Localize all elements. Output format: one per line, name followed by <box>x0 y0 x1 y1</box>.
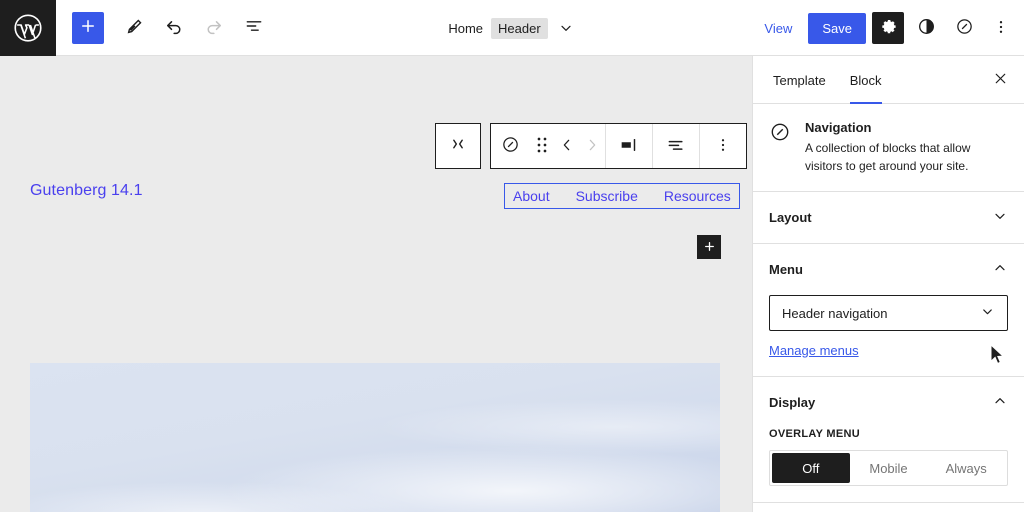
more-options-button[interactable] <box>986 12 1016 44</box>
block-type-button[interactable] <box>491 124 529 168</box>
overlay-menu-label: Overlay Menu <box>769 428 861 440</box>
toggle-block-inserter-button[interactable] <box>72 11 104 44</box>
panel-display-toggle[interactable]: Display <box>753 377 1024 428</box>
redo-button[interactable] <box>196 10 232 46</box>
overlay-option-off[interactable]: Off <box>772 453 850 483</box>
justify-items-button[interactable] <box>606 124 652 168</box>
block-card-text: Navigation A collection of blocks that a… <box>805 120 1008 175</box>
overlay-option-mobile[interactable]: Mobile <box>850 453 928 483</box>
breadcrumb-home[interactable]: Home <box>448 21 483 36</box>
view-link[interactable]: View <box>754 15 802 42</box>
block-appender-button[interactable] <box>697 235 721 259</box>
chevron-down-icon <box>992 208 1008 227</box>
vertical-ellipsis-icon <box>714 136 732 157</box>
sidebar-tabs: Template Block <box>753 56 1024 104</box>
tab-block[interactable]: Block <box>838 56 894 104</box>
list-view-button[interactable] <box>236 10 272 46</box>
chevron-left-icon <box>559 137 575 156</box>
redo-arrow-icon <box>204 16 224 39</box>
move-block-right-button[interactable] <box>579 124 605 168</box>
overlay-menu-segmented-control: Off Mobile Always <box>769 450 1008 486</box>
chevron-right-icon <box>584 137 600 156</box>
menu-select[interactable]: Header navigation <box>769 295 1008 331</box>
drag-handle-button[interactable] <box>529 124 555 168</box>
plus-icon <box>79 17 97 38</box>
block-card: Navigation A collection of blocks that a… <box>753 104 1024 192</box>
circle-slash-icon <box>501 135 520 157</box>
undo-arrow-icon <box>164 16 184 39</box>
top-bar-left-tools <box>56 10 272 46</box>
block-toolbar-group-options <box>700 124 746 168</box>
nav-link-resources[interactable]: Resources <box>664 188 731 204</box>
top-bar-right-tools: View Save <box>754 0 1016 56</box>
chevron-down-icon <box>980 304 995 322</box>
circle-slash-icon <box>955 17 974 39</box>
block-movers <box>555 124 605 168</box>
block-card-title: Navigation <box>805 120 872 135</box>
pencil-icon <box>125 17 144 39</box>
menu-select-value: Header navigation <box>782 305 888 321</box>
overlay-option-always[interactable]: Always <box>927 453 1005 483</box>
block-toolbar-group-align <box>653 124 700 168</box>
plus-icon <box>703 239 716 256</box>
hero-sky-image[interactable] <box>30 363 720 512</box>
chevron-up-icon <box>992 393 1008 412</box>
drag-dots-icon <box>536 136 548 157</box>
vertical-ellipsis-icon <box>992 18 1010 39</box>
tab-template[interactable]: Template <box>761 56 838 104</box>
list-view-icon <box>244 16 264 39</box>
panel-display-title: Display <box>769 395 816 410</box>
align-text-icon <box>666 136 686 157</box>
block-options-button[interactable] <box>700 124 746 168</box>
circle-slash-icon <box>769 120 793 175</box>
align-text-button[interactable] <box>653 124 699 168</box>
site-title-block[interactable]: Gutenberg 14.1 <box>30 182 143 200</box>
justify-right-icon <box>618 136 640 157</box>
wordpress-logo-button[interactable] <box>0 0 56 56</box>
edit-mode-button[interactable] <box>116 10 152 46</box>
chevron-down-icon[interactable] <box>556 20 576 36</box>
panel-menu-body: Header navigation Manage menus <box>753 295 1024 376</box>
nav-link-about[interactable]: About <box>513 188 550 204</box>
select-parent-block-button[interactable] <box>435 123 481 169</box>
panel-menu-title: Menu <box>769 262 803 277</box>
editor-top-bar: Home Header View Save <box>0 0 1024 56</box>
wordpress-logo-icon <box>13 13 43 43</box>
close-x-icon <box>992 70 1009 90</box>
site-editor-root: Home Header View Save Gutenberg 14.1 Abo… <box>0 0 1024 512</box>
panel-layout: Layout <box>753 192 1024 244</box>
contrast-half-circle-icon <box>917 17 936 39</box>
navigation-block-selected[interactable]: About Subscribe Resources <box>504 183 740 209</box>
manage-menus-link[interactable]: Manage menus <box>769 343 859 358</box>
navigation-block-button[interactable] <box>948 12 980 44</box>
gear-icon <box>879 17 898 39</box>
panel-menu-toggle[interactable]: Menu <box>753 244 1024 295</box>
panel-display-body: Overlay Menu Off Mobile Always <box>753 428 1024 502</box>
block-card-description: A collection of blocks that allow visito… <box>805 141 971 173</box>
block-toolbar <box>490 123 747 169</box>
panel-display: Display Overlay Menu Off Mobile Always <box>753 377 1024 503</box>
settings-sidebar: Template Block Navigation A collection o… <box>752 56 1024 512</box>
save-button[interactable]: Save <box>808 12 866 44</box>
chevron-up-icon <box>992 260 1008 279</box>
breadcrumb-current[interactable]: Header <box>491 17 548 39</box>
block-toolbar-group-justify <box>606 124 653 168</box>
select-parent-icon <box>448 134 468 159</box>
close-sidebar-button[interactable] <box>984 64 1016 96</box>
block-toolbar-group-identity <box>491 124 606 168</box>
move-block-left-button[interactable] <box>555 124 579 168</box>
panel-layout-title: Layout <box>769 210 812 225</box>
nav-link-subscribe[interactable]: Subscribe <box>576 188 638 204</box>
panel-menu: Menu Header navigation Manage menus <box>753 244 1024 377</box>
undo-button[interactable] <box>156 10 192 46</box>
styles-button[interactable] <box>910 12 942 44</box>
settings-sidebar-button[interactable] <box>872 12 904 44</box>
panel-layout-toggle[interactable]: Layout <box>753 192 1024 243</box>
